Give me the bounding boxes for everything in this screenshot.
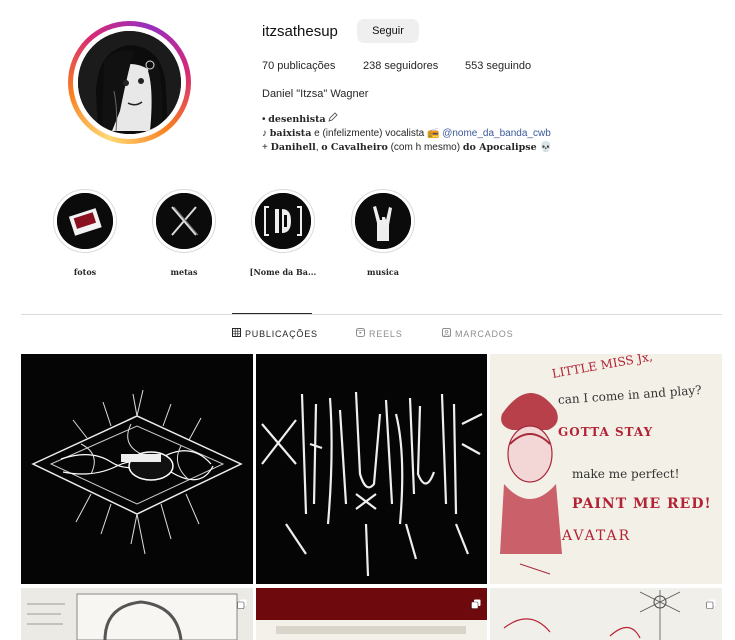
username: itzsathesup bbox=[262, 23, 338, 40]
highlight-label: metas bbox=[170, 267, 198, 277]
art-text-line: GOTTA STAY bbox=[558, 425, 654, 439]
highlight-label: fotos bbox=[73, 267, 97, 277]
art-text-line: AVATAR bbox=[562, 528, 632, 544]
avatar[interactable] bbox=[78, 31, 181, 134]
highlight-ring bbox=[351, 189, 415, 253]
reels-icon bbox=[356, 328, 365, 339]
post-3[interactable]: LITTLE MISS Jx, can I come in and play? … bbox=[490, 354, 722, 584]
post-6-artwork bbox=[490, 588, 722, 640]
avatar-drawing bbox=[78, 31, 181, 134]
highlight-ring bbox=[53, 189, 117, 253]
tabs-divider bbox=[21, 314, 722, 315]
bio-title: o Cavalheiro bbox=[321, 142, 388, 153]
pencil-icon bbox=[328, 112, 339, 125]
followers-count[interactable]: 238 seguidores bbox=[363, 60, 438, 72]
grid-icon bbox=[232, 328, 241, 339]
post-5-artwork bbox=[256, 588, 487, 640]
highlight-cover bbox=[156, 193, 212, 249]
profile-avatar-ring[interactable] bbox=[68, 21, 191, 144]
post-3-handwriting: LITTLE MISS Jx, can I come in and play? … bbox=[551, 354, 718, 544]
post-4-artwork bbox=[21, 588, 253, 640]
post-2-artwork bbox=[256, 354, 487, 584]
tab-tagged-label: MARCADOS bbox=[455, 328, 514, 339]
tab-posts-label: PUBLICAÇÕES bbox=[245, 328, 318, 339]
post-4[interactable] bbox=[21, 588, 253, 640]
following-count[interactable]: 553 seguindo bbox=[465, 60, 531, 72]
bio: • desenhista ♪ baixista e (infelizmente)… bbox=[262, 112, 552, 155]
skull-emoji: 💀 bbox=[536, 142, 552, 153]
bio-role-drawer: desenhista bbox=[268, 114, 326, 125]
tab-tagged[interactable]: MARCADOS bbox=[442, 328, 513, 339]
tab-posts[interactable]: PUBLICAÇÕES bbox=[232, 328, 318, 339]
tab-reels-label: REELS bbox=[369, 328, 403, 339]
bio-note-h: (com h mesmo) bbox=[387, 142, 463, 153]
tab-reels[interactable]: REELS bbox=[356, 328, 403, 339]
highlight-cover bbox=[57, 193, 113, 249]
follow-button[interactable]: Seguir bbox=[357, 19, 419, 43]
art-text-line: PAINT ME RED! bbox=[572, 496, 712, 512]
active-tab-indicator bbox=[232, 313, 312, 314]
bio-note: ♪ bbox=[262, 128, 270, 139]
multiple-photos-icon bbox=[237, 596, 247, 609]
bio-role-bassist: baixista bbox=[269, 128, 312, 139]
bio-line-1: • desenhista bbox=[262, 112, 552, 127]
posts-count: 70 publicações bbox=[262, 60, 336, 72]
highlight-ring bbox=[251, 189, 315, 253]
bio-apocalypse: do Apocalipse bbox=[462, 142, 537, 153]
post-2[interactable] bbox=[256, 354, 487, 584]
post-6[interactable] bbox=[490, 588, 722, 640]
highlight-metas[interactable]: metas bbox=[144, 189, 224, 277]
highlight-fotos[interactable]: fotos bbox=[45, 189, 125, 277]
avatar-border bbox=[73, 26, 186, 139]
bio-line-2: ♪ baixista e (infelizmente) vocalista 📻 … bbox=[262, 127, 552, 141]
bio-plus: + bbox=[262, 142, 271, 153]
tagged-icon bbox=[442, 328, 451, 339]
art-text-line: can I come in and play? bbox=[557, 382, 702, 407]
highlight-cover bbox=[255, 193, 311, 249]
post-5[interactable] bbox=[256, 588, 487, 640]
band-mention-link[interactable]: @nome_da_banda_cwb bbox=[442, 128, 551, 139]
full-name: Daniel "Itzsa" Wagner bbox=[262, 88, 369, 100]
highlight-ring bbox=[152, 189, 216, 253]
highlight-cover bbox=[355, 193, 411, 249]
highlight-label: musica bbox=[367, 267, 399, 277]
art-text-line: make me perfect! bbox=[572, 467, 680, 481]
bio-line-2-text: e (infelizmente) vocalista 📻 bbox=[311, 128, 443, 139]
highlight-band[interactable]: [Nome da Ba... bbox=[243, 189, 323, 277]
multiple-photos-icon bbox=[706, 596, 716, 609]
multiple-photos-icon bbox=[471, 596, 481, 609]
highlight-musica[interactable]: musica bbox=[343, 189, 423, 277]
post-1-artwork bbox=[21, 354, 253, 584]
bio-line-3: + Danihell, o Cavalheiro (com h mesmo) d… bbox=[262, 141, 552, 155]
post-1[interactable] bbox=[21, 354, 253, 584]
highlight-label: [Nome da Ba... bbox=[249, 267, 317, 277]
bio-alias: Danihell bbox=[270, 142, 316, 153]
